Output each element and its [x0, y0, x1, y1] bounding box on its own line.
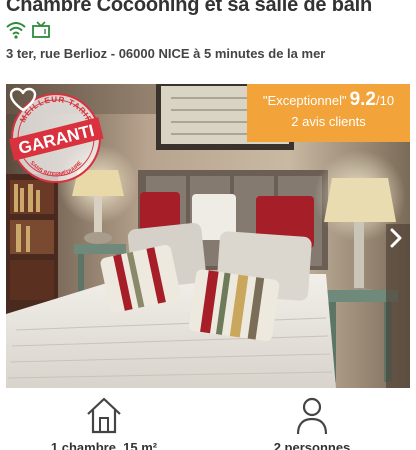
- feature-guests: 2 personnes: [208, 396, 416, 450]
- rating-reviews-count: 2 avis clients: [291, 114, 366, 129]
- listing-address: 3 ter, rue Berlioz - 06000 NICE à 5 minu…: [6, 46, 326, 61]
- wifi-icon: [6, 21, 26, 39]
- amenities-row: [6, 20, 51, 40]
- rating-score: 9.2: [349, 89, 376, 110]
- rating-label: "Exceptionnel": [262, 93, 347, 108]
- person-icon: [208, 396, 416, 436]
- feature-guests-text: 2 personnes: [273, 440, 351, 450]
- feature-rooms: 1 chambre, 15 m²: [0, 396, 208, 450]
- favorite-heart-icon[interactable]: [9, 87, 37, 113]
- tv-icon: [31, 21, 51, 39]
- house-icon: [0, 396, 208, 436]
- rating-badge: "Exceptionnel" 9.2/10 2 avis clients: [247, 84, 410, 142]
- feature-rooms-text: 1 chambre, 15 m²: [50, 440, 158, 450]
- rating-max: /10: [376, 93, 395, 108]
- next-photo-arrow-icon[interactable]: [388, 228, 404, 248]
- listing-title: Chambre Cocooning et sa salle de bain: [6, 0, 373, 16]
- room-photo[interactable]: MEILLEUR TARIF GARANTI SANS INTERMÉDIAIR…: [6, 84, 410, 388]
- features-row: 1 chambre, 15 m² 2 personnes: [0, 396, 416, 450]
